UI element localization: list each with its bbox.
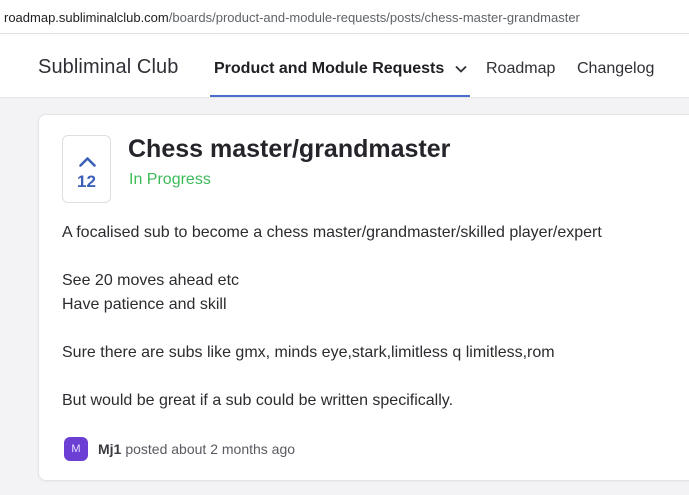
post-body: A focalised sub to become a chess master…	[62, 221, 682, 413]
post-title: Chess master/grandmaster	[128, 135, 451, 163]
chevron-up-icon	[79, 154, 96, 172]
chevron-down-icon	[455, 60, 467, 78]
post-author: M Mj1 posted about 2 months ago	[64, 436, 295, 462]
post-body-paragraph: A focalised sub to become a chess master…	[62, 224, 602, 241]
nav-item-roadmap[interactable]: Roadmap	[486, 60, 555, 78]
top-navigation: Subliminal Club Product and Module Reque…	[0, 34, 689, 98]
author-name[interactable]: Mj1	[98, 441, 121, 457]
url-path: /boards/product-and-module-requests/post…	[168, 10, 580, 25]
post-body-paragraph: Have patience and skill	[62, 296, 227, 313]
active-tab-indicator	[210, 95, 470, 97]
brand-name[interactable]: Subliminal Club	[38, 56, 178, 79]
post-card: 12 Chess master/grandmaster In Progress …	[38, 114, 689, 481]
post-meta: posted about 2 months ago	[125, 441, 296, 457]
vote-count: 12	[77, 172, 96, 191]
avatar[interactable]: M	[64, 437, 88, 461]
post-body-paragraph: See 20 moves ahead etc	[62, 272, 240, 289]
address-bar[interactable]: roadmap.subliminalclub.com/boards/produc…	[0, 0, 689, 34]
nav-item-label: Product and Module Requests	[214, 60, 445, 78]
url-host: roadmap.subliminalclub.com	[4, 10, 169, 25]
upvote-button[interactable]: 12	[62, 135, 111, 203]
post-body-paragraph: Sure there are subs like gmx, minds eye,…	[62, 344, 555, 361]
nav-item-product-and-module-requests[interactable]: Product and Module Requests	[214, 60, 467, 78]
nav-item-changelog[interactable]: Changelog	[577, 60, 654, 78]
post-body-paragraph: But would be great if a sub could be wri…	[62, 392, 454, 409]
status-badge: In Progress	[129, 171, 211, 188]
